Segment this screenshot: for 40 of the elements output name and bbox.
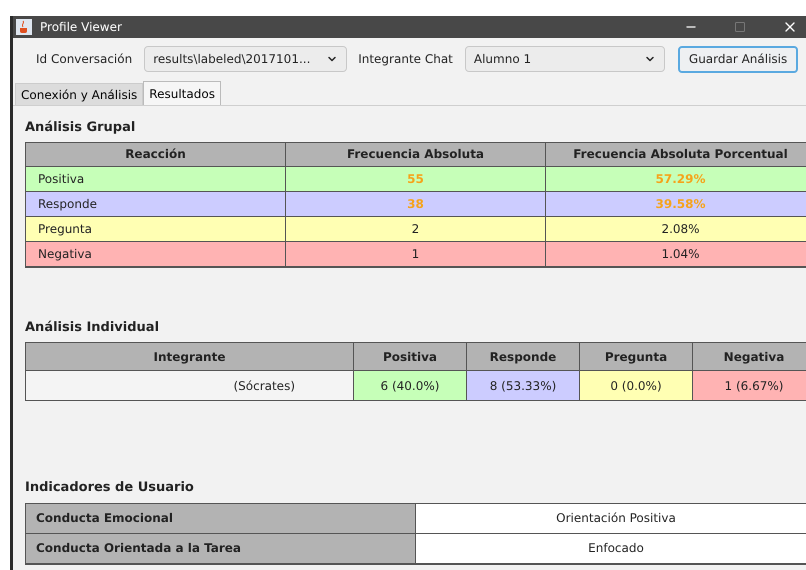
field-label: Integrante Chat [358,51,453,68]
table-cell: 1 [286,242,546,266]
table-cell: 38 [286,192,546,216]
table-cell: 39.58% [546,192,806,216]
column-header: Integrante [26,343,354,371]
table-cell: Positiva [26,166,286,192]
column-header: Frecuencia Absoluta Porcentual [546,142,806,166]
table-cell: Orientación Positiva [416,504,806,534]
table-cell: 2 [286,216,546,242]
column-header: Pregunta [580,343,693,371]
table-cell: 55 [286,166,546,192]
table-cell: Responde [26,192,286,216]
save-button[interactable]: Guardar Análisis [678,46,798,72]
field-label: Id Conversación [36,51,132,68]
table-cell: 8 (53.33%) [467,371,580,400]
table-cell: 6 (40.0%) [354,371,467,400]
table-cell: Pregunta [26,216,286,242]
column-header: Responde [467,343,580,371]
table-cell: 0 (0.0%) [580,371,693,400]
tab[interactable]: Resultados [143,81,221,105]
column-header: Positiva [354,343,467,371]
column-header: Negativa [693,343,806,371]
coffee-cup-icon [16,19,32,35]
row-header: Conducta Orientada a la Tarea [26,534,416,564]
member-dropdown[interactable]: Alumno 1 [464,46,665,72]
table-cell: 1.04% [546,242,806,266]
conversation-dropdown[interactable]: results\labeled\2017101... [144,46,348,72]
window-title: Profile Viewer [40,19,122,36]
table-cell: 2.08% [546,216,806,242]
tab[interactable]: Conexión y Análisis [15,83,144,105]
section-title: Análisis Individual [25,318,160,336]
table-cell: 57.29% [546,166,806,192]
table-cell: Enfocado [416,534,806,564]
row-header: Conducta Emocional [26,504,416,534]
column-header: Frecuencia Absoluta [286,142,546,166]
table-cell: 1 (6.67%) [693,371,806,400]
section-title: Análisis Grupal [25,119,136,137]
table-cell: Negativa [26,242,286,266]
column-header: Reacción [26,142,286,166]
section-title: Indicadores de Usuario [25,479,195,497]
